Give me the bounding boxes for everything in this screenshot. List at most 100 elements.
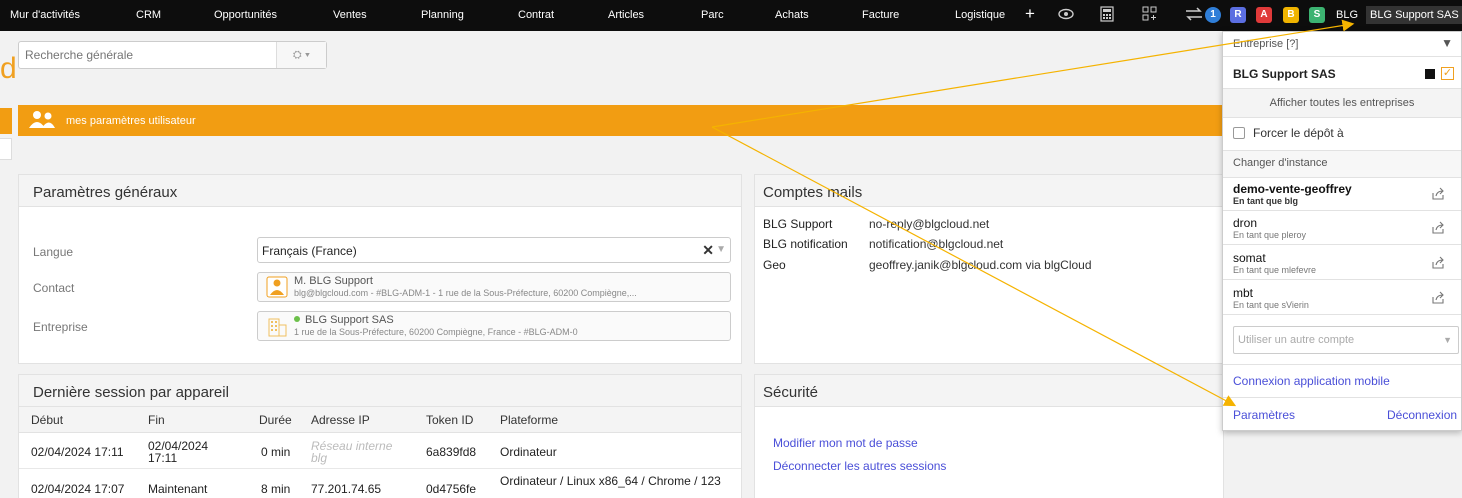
instance-name: somat xyxy=(1233,251,1266,265)
company-row: Entreprise BLG Support SAS 1 rue de la S… xyxy=(19,311,741,341)
settings-link[interactable]: Paramètres xyxy=(1233,408,1295,422)
user-short-name[interactable]: BLG xyxy=(1336,9,1358,21)
share-icon[interactable] xyxy=(1431,256,1445,270)
plus-icon[interactable]: + xyxy=(1025,5,1035,23)
instance-item-somat[interactable]: somat En tant que mlefevre xyxy=(1223,247,1461,280)
instance-name: mbt xyxy=(1233,286,1254,300)
nav-item-facture[interactable]: Facture xyxy=(862,9,899,21)
column-header: Fin xyxy=(148,413,165,427)
contact-name: M. BLG Support xyxy=(294,275,373,287)
badge-a[interactable]: A xyxy=(1256,7,1272,23)
column-header: Adresse IP xyxy=(311,413,370,427)
security-panel: Sécurité Modifier mon mot de passe Décon… xyxy=(754,374,1224,498)
search-input[interactable] xyxy=(19,42,277,68)
contact-label: Contact xyxy=(33,281,75,295)
panel-title: Dernière session par appareil xyxy=(19,375,741,407)
mobile-app-login-link[interactable]: Connexion application mobile xyxy=(1233,374,1390,388)
nav-item-ventes[interactable]: Ventes xyxy=(333,9,367,21)
users-icon xyxy=(29,111,55,128)
nav-item-mur-activites[interactable]: Mur d'activités xyxy=(10,9,80,21)
nav-item-planning[interactable]: Planning xyxy=(421,9,464,21)
show-all-companies-link[interactable]: Afficher toutes les entreprises xyxy=(1223,97,1461,109)
other-account-select[interactable]: Utiliser un autre compte ▼ xyxy=(1233,326,1459,354)
instance-item-mbt[interactable]: mbt En tant que sVierin xyxy=(1223,282,1461,315)
eye-icon[interactable] xyxy=(1058,6,1074,27)
left-stub xyxy=(0,138,12,160)
mail-row: BLG Support no-reply@blgcloud.net xyxy=(755,213,1223,233)
table-row: 02/04/2024 17:07 Maintenant 8 min 77.201… xyxy=(19,470,741,498)
divider xyxy=(1223,397,1461,398)
nav-item-logistique[interactable]: Logistique xyxy=(955,9,1005,21)
column-header: Début xyxy=(31,413,64,427)
instance-item-demo-vente-geoffrey[interactable]: demo-vente-geoffrey En tant que blg xyxy=(1223,178,1461,211)
contact-row: Contact M. BLG Support blg@blgcloud.com … xyxy=(19,272,741,302)
instance-user: En tant que blg xyxy=(1233,196,1298,206)
badge-b[interactable]: B xyxy=(1283,7,1299,23)
change-instance-header: Changer d'instance xyxy=(1223,151,1461,177)
table-row: 02/04/2024 17:11 02/04/2024 17:11 0 min … xyxy=(19,434,741,469)
mail-account-name: BLG Support xyxy=(763,217,833,231)
panel-title: Sécurité xyxy=(755,375,1223,407)
disconnect-other-sessions-link[interactable]: Déconnecter les autres sessions xyxy=(773,459,946,473)
badge-r[interactable]: R xyxy=(1230,7,1246,23)
badge-count[interactable]: 1 xyxy=(1205,7,1221,23)
language-select[interactable]: Français (France) ✕ ▼ xyxy=(257,237,731,263)
mail-accounts-panel: Comptes mails BLG Support no-reply@blgcl… xyxy=(754,174,1224,364)
mail-account-name: Geo xyxy=(763,258,786,272)
app-logo[interactable]: d xyxy=(0,52,17,86)
share-icon[interactable] xyxy=(1431,291,1445,305)
sessions-panel: Dernière session par appareil Début Fin … xyxy=(18,374,742,498)
filter-icon[interactable]: ▼ xyxy=(1441,36,1453,50)
column-header: Token ID xyxy=(426,413,474,427)
show-all-companies-row[interactable]: Afficher toutes les entreprises xyxy=(1223,89,1461,117)
nav-item-articles[interactable]: Articles xyxy=(608,9,644,21)
contact-card[interactable]: M. BLG Support blg@blgcloud.com - #BLG-A… xyxy=(257,272,731,302)
color-square-icon xyxy=(1425,69,1435,79)
company-detail: 1 rue de la Sous-Préfecture, 60200 Compi… xyxy=(294,327,578,337)
mail-row: Geo geoffrey.janik@blgcloud.com via blgC… xyxy=(755,254,1223,274)
other-account-placeholder: Utiliser un autre compte xyxy=(1238,334,1355,346)
instance-user: En tant que pleroy xyxy=(1233,230,1307,240)
current-company-button[interactable]: BLG Support SAS xyxy=(1366,6,1462,24)
sessions-table-header: Début Fin Durée Adresse IP Token ID Plat… xyxy=(19,407,741,433)
instance-item-dron[interactable]: dron En tant que pleroy xyxy=(1223,212,1461,245)
building-icon xyxy=(268,318,287,337)
instance-name: demo-vente-geoffrey xyxy=(1233,182,1352,196)
nav-item-contrat[interactable]: Contrat xyxy=(518,9,554,21)
language-value: Français (France) xyxy=(262,244,357,258)
logout-link[interactable]: Déconnexion xyxy=(1387,408,1457,422)
switch-arrows-icon[interactable] xyxy=(1184,6,1204,27)
nav-item-parc[interactable]: Parc xyxy=(701,9,724,21)
change-instance-label: Changer d'instance xyxy=(1233,157,1328,169)
nav-item-opportunites[interactable]: Opportunités xyxy=(214,9,277,21)
company-section-label[interactable]: Entreprise [?] xyxy=(1233,38,1462,50)
clear-icon[interactable]: ✕ xyxy=(702,242,714,259)
mail-account-address: notification@blgcloud.net xyxy=(869,237,1004,251)
share-icon[interactable] xyxy=(1431,187,1445,201)
language-label: Langue xyxy=(33,245,74,259)
page-title: mes paramètres utilisateur xyxy=(66,115,196,127)
share-icon[interactable] xyxy=(1431,221,1445,235)
force-depot-label: Forcer le dépôt à xyxy=(1253,126,1344,140)
force-depot-checkbox[interactable] xyxy=(1233,127,1245,139)
contact-detail: blg@blgcloud.com - #BLG-ADM-1 - 1 rue de… xyxy=(294,288,637,298)
language-row: Langue Français (France) ✕ ▼ xyxy=(19,237,741,267)
chevron-down-icon[interactable]: ▼ xyxy=(716,244,726,255)
apps-grid-icon[interactable] xyxy=(1142,6,1158,27)
instance-user: En tant que sVierin xyxy=(1233,300,1309,310)
mail-account-name: BLG notification xyxy=(763,237,848,251)
nav-item-crm[interactable]: CRM xyxy=(136,9,161,21)
company-card[interactable]: BLG Support SAS 1 rue de la Sous-Préfect… xyxy=(257,311,731,341)
search-filter-dropdown[interactable]: ⛭ ▾ xyxy=(276,42,326,68)
badge-s[interactable]: S xyxy=(1309,7,1325,23)
chevron-down-icon[interactable]: ▼ xyxy=(1443,335,1452,345)
contact-person-icon xyxy=(266,276,288,298)
company-label: Entreprise xyxy=(33,320,88,334)
column-header: Plateforme xyxy=(500,413,559,427)
checkbox-checked-icon[interactable]: ✓ xyxy=(1441,67,1454,80)
calculator-icon[interactable] xyxy=(1100,6,1114,27)
divider xyxy=(1223,117,1461,118)
change-password-link[interactable]: Modifier mon mot de passe xyxy=(773,436,918,450)
general-search: ⛭ ▾ xyxy=(18,41,327,69)
nav-item-achats[interactable]: Achats xyxy=(775,9,809,21)
